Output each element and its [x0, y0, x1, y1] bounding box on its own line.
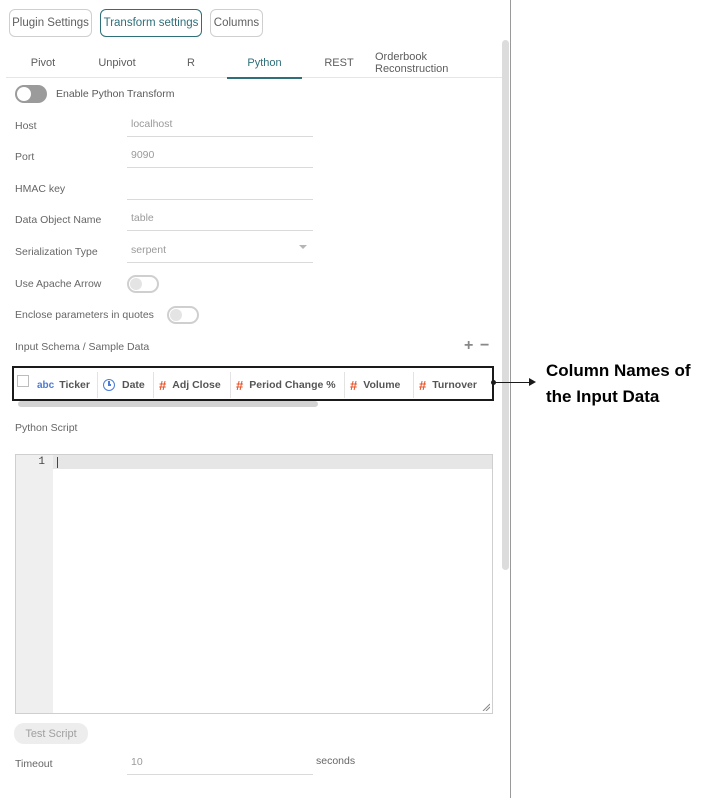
clock-icon [103, 379, 115, 391]
timeout-unit: seconds [316, 755, 356, 767]
serialization-type-label: Serialization Type [15, 246, 98, 258]
schema-horizontal-scrollbar[interactable] [18, 401, 318, 407]
number-type-icon: # [159, 377, 167, 393]
callout-line [494, 382, 531, 383]
arrow-right-icon [529, 378, 536, 386]
tab-transform-settings[interactable]: Transform settings [100, 9, 202, 37]
python-transform-panel: Plugin Settings Transform settings Colum… [0, 0, 511, 798]
number-type-icon: # [419, 377, 427, 393]
toggle-knob [130, 278, 142, 290]
active-line-highlight [53, 455, 492, 469]
column-name: Period Change % [249, 379, 336, 391]
toggle-knob [17, 87, 31, 101]
tab-pivot[interactable]: Pivot [6, 48, 80, 78]
use-apache-arrow-toggle[interactable] [127, 275, 159, 293]
input-schema-columns: abc Ticker Date # Adj Close # Period Cha… [12, 366, 494, 401]
resize-handle-icon[interactable] [482, 703, 490, 711]
number-type-icon: # [350, 377, 358, 393]
column-header-turnover[interactable]: # Turnover [414, 372, 492, 398]
column-header-period-change[interactable]: # Period Change % [231, 372, 345, 398]
column-header-ticker[interactable]: abc Ticker [32, 372, 98, 398]
enclose-parameters-label: Enclose parameters in quotes [15, 309, 154, 321]
number-type-icon: # [236, 377, 244, 393]
data-object-name-input[interactable]: table [127, 209, 313, 231]
toggle-knob [170, 309, 182, 321]
hmac-key-input[interactable] [127, 178, 313, 200]
callout-line-1: Column Names of [546, 361, 691, 380]
enable-python-toggle[interactable] [15, 85, 47, 103]
tab-rest[interactable]: REST [302, 48, 376, 78]
hmac-key-label: HMAC key [15, 183, 66, 195]
add-column-button[interactable]: + [464, 337, 473, 355]
select-all-checkbox[interactable] [17, 375, 29, 387]
timeout-input[interactable]: 10 [127, 753, 313, 775]
tab-columns[interactable]: Columns [210, 9, 263, 37]
tab-plugin-settings[interactable]: Plugin Settings [9, 9, 92, 37]
enclose-parameters-toggle[interactable] [167, 306, 199, 324]
port-label: Port [15, 151, 35, 163]
column-name: Date [122, 379, 145, 391]
enable-python-label: Enable Python Transform [56, 88, 175, 100]
host-input[interactable]: localhost [127, 115, 313, 137]
callout-annotation: Column Names of the Input Data [546, 358, 709, 410]
column-name: Adj Close [172, 379, 221, 391]
column-header-date[interactable]: Date [98, 372, 154, 398]
test-script-button[interactable]: Test Script [14, 723, 88, 744]
port-input[interactable]: 9090 [127, 146, 313, 168]
text-type-icon: abc [37, 379, 55, 391]
column-name: Ticker [59, 379, 90, 391]
vertical-scrollbar[interactable] [502, 40, 509, 570]
column-name: Turnover [432, 379, 477, 391]
use-apache-arrow-label: Use Apache Arrow [15, 278, 102, 290]
line-number-gutter [16, 455, 53, 713]
python-script-editor[interactable]: 1 [15, 454, 493, 714]
data-object-name-label: Data Object Name [15, 214, 102, 226]
python-script-label: Python Script [15, 422, 78, 434]
chevron-down-icon [299, 245, 307, 249]
column-header-volume[interactable]: # Volume [345, 372, 414, 398]
tab-r[interactable]: R [154, 48, 228, 78]
serialization-type-select[interactable]: serpent [127, 241, 313, 263]
column-name: Volume [363, 379, 401, 391]
remove-column-button[interactable]: − [480, 337, 489, 355]
input-schema-label: Input Schema / Sample Data [15, 341, 150, 353]
column-header-adj-close[interactable]: # Adj Close [154, 372, 231, 398]
serialization-type-value: serpent [131, 244, 167, 256]
transform-type-tabs: Pivot Unpivot R Python REST Orderbook Re… [6, 48, 502, 79]
host-label: Host [15, 120, 37, 132]
timeout-label: Timeout [15, 758, 53, 770]
callout-line-2: the Input Data [546, 387, 660, 406]
tab-orderbook-reconstruction[interactable]: Orderbook Reconstruction [375, 48, 502, 78]
line-number: 1 [38, 456, 45, 468]
tab-python[interactable]: Python [227, 48, 302, 79]
tab-unpivot[interactable]: Unpivot [80, 48, 154, 78]
text-cursor [57, 457, 58, 468]
